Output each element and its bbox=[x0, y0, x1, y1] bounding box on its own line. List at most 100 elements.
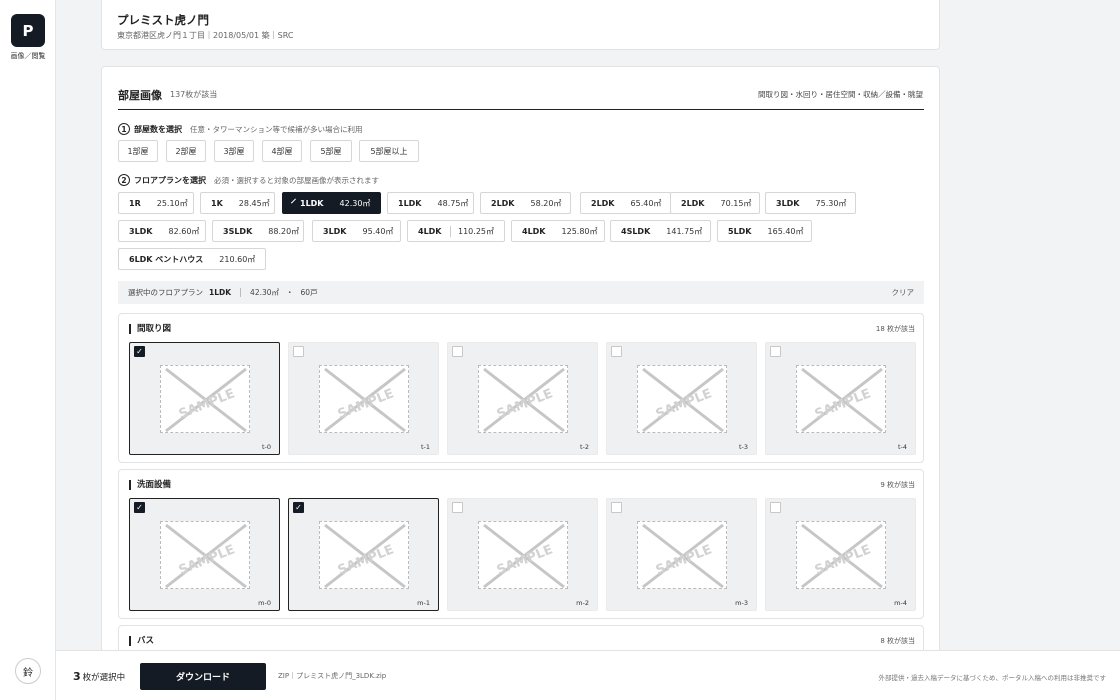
step-label: フロアプランを選択 bbox=[134, 175, 206, 185]
image-thumbnail[interactable]: SAMPLE m-3 bbox=[606, 498, 757, 611]
image-thumbnail[interactable]: SAMPLE m-2 bbox=[447, 498, 598, 611]
image-thumbnail[interactable]: SAMPLE t-2 bbox=[447, 342, 598, 455]
plan-type: 3SLDK bbox=[223, 226, 253, 236]
image-checkbox[interactable] bbox=[611, 346, 622, 357]
image-checkbox[interactable] bbox=[770, 346, 781, 357]
room-count-chip[interactable]: 3部屋 bbox=[214, 140, 254, 162]
divider bbox=[118, 109, 924, 110]
selection-count-label: 枚が選択中 bbox=[82, 673, 126, 683]
image-thumbnail[interactable]: SAMPLE t-4 bbox=[765, 342, 916, 455]
floor-plan-chip[interactable]: 2LDK 65.40㎡ bbox=[580, 192, 671, 214]
room-count-chip[interactable]: 1部屋 bbox=[118, 140, 158, 162]
clear-button[interactable]: クリア bbox=[892, 287, 915, 298]
sample-image: SAMPLE bbox=[637, 365, 727, 433]
step-number: 1 bbox=[118, 123, 130, 135]
plan-type: 3LDK bbox=[776, 198, 800, 208]
plan-area: 95.40㎡ bbox=[362, 226, 394, 236]
download-button[interactable]: ダウンロード bbox=[140, 663, 266, 690]
plan-type: 1LDK bbox=[300, 198, 324, 208]
floor-plan-chip[interactable]: 3LDK 82.60㎡ bbox=[118, 220, 206, 242]
image-checkbox[interactable] bbox=[452, 502, 463, 513]
room-images-panel: 部屋画像 137枚が該当 間取り図・水回り・居住空間・収納／設備・眺望 1 部屋… bbox=[101, 66, 940, 666]
plan-type: 1LDK bbox=[398, 198, 422, 208]
floor-plan-chip[interactable]: 1R 25.10㎡ bbox=[118, 192, 194, 214]
group-count: 18 枚が該当 bbox=[875, 325, 915, 333]
image-checkbox[interactable] bbox=[293, 346, 304, 357]
dot-separator: ・ bbox=[286, 288, 294, 297]
image-code: m-3 bbox=[735, 599, 748, 607]
floor-plan-chip[interactable]: 2LDK 70.15㎡ bbox=[670, 192, 760, 214]
image-checkbox[interactable]: ✓ bbox=[134, 502, 145, 513]
image-checkbox[interactable]: ✓ bbox=[293, 502, 304, 513]
floor-plan-chip[interactable]: 3LDK 75.30㎡ bbox=[765, 192, 856, 214]
image-code: t-2 bbox=[579, 443, 589, 451]
image-checkbox[interactable] bbox=[770, 502, 781, 513]
property-header: プレミスト虎ノ門 東京都港区虎ノ門１丁目｜2018/05/01 築｜SRC bbox=[101, 0, 940, 50]
floor-plan-chip[interactable]: 4SLDK 141.75㎡ bbox=[610, 220, 711, 242]
group-count: 8 枚が該当 bbox=[880, 637, 915, 645]
plan-area: 58.20㎡ bbox=[530, 198, 562, 208]
sample-placeholder-icon: SAMPLE bbox=[483, 523, 565, 589]
floor-plan-chip[interactable]: 3SLDK 88.20㎡ bbox=[212, 220, 304, 242]
sample-placeholder-icon: SAMPLE bbox=[642, 367, 724, 433]
room-count-chip[interactable]: 4部屋 bbox=[262, 140, 302, 162]
plan-type: 1K bbox=[211, 198, 223, 208]
floor-plan-chip[interactable]: 3LDK 95.40㎡ bbox=[312, 220, 401, 242]
image-thumbnail[interactable]: SAMPLE m-4 bbox=[765, 498, 916, 611]
sample-placeholder-icon: SAMPLE bbox=[642, 523, 724, 589]
image-group: 間取り図 18 枚が該当 ✓ SAMPLE t-0 SAMPLE t-1 SAMPLE t-2 S… bbox=[118, 313, 924, 463]
floor-plan-chip[interactable]: 4LDK 110.25㎡ bbox=[407, 220, 505, 242]
floor-plan-chip[interactable]: 5LDK 165.40㎡ bbox=[717, 220, 812, 242]
image-thumbnail[interactable]: ✓ SAMPLE t-0 bbox=[129, 342, 280, 455]
image-checkbox[interactable] bbox=[452, 346, 463, 357]
image-checkbox[interactable]: ✓ bbox=[134, 346, 145, 357]
image-code: m-2 bbox=[576, 599, 589, 607]
nav-label[interactable]: 画像／閲覧 bbox=[0, 51, 56, 61]
selection-count: 3 枚が選択中 bbox=[73, 670, 125, 683]
user-avatar[interactable]: 鈴 bbox=[15, 658, 41, 684]
sample-image: SAMPLE bbox=[160, 521, 250, 589]
selection-count-number: 3 bbox=[73, 670, 81, 683]
step-floor-plan: 2 フロアプランを選択 必須・選択すると対象の部屋画像が表示されます bbox=[118, 174, 379, 186]
room-count-chip[interactable]: 5部屋以上 bbox=[359, 140, 419, 162]
sample-image: SAMPLE bbox=[478, 521, 568, 589]
plan-area: 125.80㎡ bbox=[561, 226, 598, 236]
image-thumbnail[interactable]: SAMPLE t-3 bbox=[606, 342, 757, 455]
room-count-chip[interactable]: 2部屋 bbox=[166, 140, 206, 162]
floor-plan-chip[interactable]: 1LDK 48.75㎡ bbox=[387, 192, 474, 214]
sample-placeholder-icon: SAMPLE bbox=[801, 523, 883, 589]
image-code: m-4 bbox=[894, 599, 907, 607]
image-checkbox[interactable] bbox=[611, 502, 622, 513]
floor-plan-chip[interactable]: 6LDK ペントハウス 210.60㎡ bbox=[118, 248, 266, 270]
floor-plan-chip[interactable]: 1K 28.45㎡ bbox=[200, 192, 275, 214]
plan-type: 4SLDK bbox=[621, 226, 651, 236]
group-count: 9 枚が該当 bbox=[880, 481, 915, 489]
floor-plan-chip[interactable]: 1LDK 42.30㎡ bbox=[282, 192, 381, 214]
plan-type: 3LDK bbox=[323, 226, 347, 236]
step-number: 2 bbox=[118, 174, 130, 186]
group-title: 洗面設備 bbox=[129, 480, 171, 490]
app-logo[interactable]: P bbox=[11, 14, 45, 47]
image-code: m-0 bbox=[258, 599, 271, 607]
floor-plan-chip[interactable]: 4LDK 125.80㎡ bbox=[511, 220, 605, 242]
image-code: t-4 bbox=[897, 443, 907, 451]
plan-type: 5LDK bbox=[728, 226, 752, 236]
room-count-chip[interactable]: 5部屋 bbox=[310, 140, 352, 162]
image-code: t-0 bbox=[261, 443, 271, 451]
group-title: バス bbox=[129, 636, 154, 646]
section-title: 部屋画像 bbox=[118, 89, 162, 102]
image-thumbnail[interactable]: ✓ SAMPLE m-0 bbox=[129, 498, 280, 611]
sample-placeholder-icon: SAMPLE bbox=[324, 367, 406, 433]
plan-type: 3LDK bbox=[129, 226, 153, 236]
image-thumbnail[interactable]: ✓ SAMPLE m-1 bbox=[288, 498, 439, 611]
plan-area: 28.45㎡ bbox=[238, 198, 270, 208]
plan-area: 210.60㎡ bbox=[219, 254, 256, 264]
plan-type: 4LDK bbox=[522, 226, 546, 236]
floor-plan-chip[interactable]: 2LDK 58.20㎡ bbox=[480, 192, 571, 214]
sample-image: SAMPLE bbox=[796, 521, 886, 589]
image-thumbnail[interactable]: SAMPLE t-1 bbox=[288, 342, 439, 455]
property-meta: 東京都港区虎ノ門１丁目｜2018/05/01 築｜SRC bbox=[117, 31, 294, 40]
plan-area: 82.60㎡ bbox=[168, 226, 200, 236]
sample-placeholder-icon: SAMPLE bbox=[801, 367, 883, 433]
plan-area: 70.15㎡ bbox=[720, 198, 752, 208]
